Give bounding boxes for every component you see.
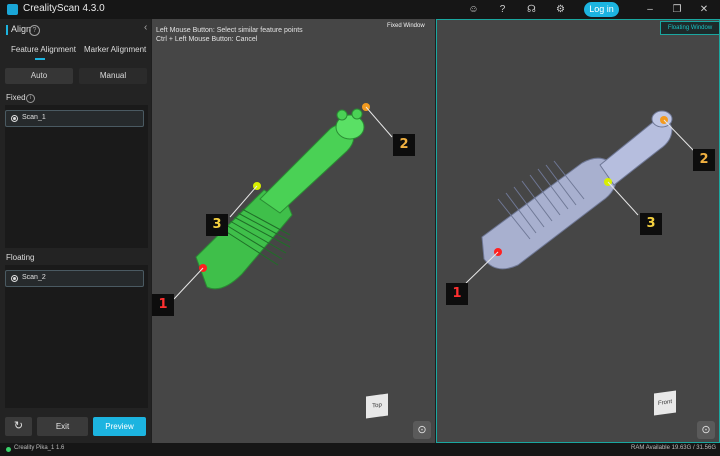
floating-model[interactable] bbox=[436, 19, 720, 443]
point-label-2: 2 bbox=[693, 149, 715, 171]
chevron-left-icon[interactable]: ‹ bbox=[144, 22, 147, 33]
point-label-2: 2 bbox=[393, 134, 415, 156]
device-status: Creality Pika_1 1.6 bbox=[14, 445, 65, 451]
fixed-scan-item[interactable]: Scan_1 bbox=[5, 110, 144, 127]
tab-marker-alignment[interactable]: Marker Alignment bbox=[84, 45, 146, 54]
minimize-icon[interactable]: – bbox=[643, 3, 657, 16]
mask-icon[interactable]: ☺ bbox=[467, 3, 480, 16]
settings-icon[interactable]: ⚙ bbox=[554, 3, 567, 16]
manual-mode-button[interactable]: Manual bbox=[79, 68, 147, 84]
view-cube[interactable]: Top bbox=[366, 393, 388, 419]
reset-button[interactable]: ↻ bbox=[5, 417, 32, 436]
help-icon[interactable]: ? bbox=[496, 3, 509, 16]
radio-selected-icon bbox=[11, 275, 18, 282]
headset-icon[interactable]: ☊ bbox=[525, 3, 538, 16]
active-tab-indicator bbox=[35, 58, 45, 60]
point-label-1: 1 bbox=[152, 294, 174, 316]
fixed-label: Fixed bbox=[6, 93, 26, 102]
help-icon[interactable]: ? bbox=[29, 25, 40, 36]
status-bar: Creality Pika_1 1.6 RAM Available 19.63G… bbox=[0, 443, 720, 456]
radio-selected-icon bbox=[11, 115, 18, 122]
floating-scan-item[interactable]: Scan_2 bbox=[5, 270, 144, 287]
connection-status-icon bbox=[6, 447, 11, 452]
panel-title: Align bbox=[11, 24, 32, 34]
scan-label: Scan_1 bbox=[22, 114, 46, 121]
scan-label: Scan_2 bbox=[22, 274, 46, 281]
close-icon[interactable]: ✕ bbox=[697, 3, 711, 16]
title-bar: CrealityScan 4.3.0 ☺ ? ☊ ⚙ Log in – ❐ ✕ bbox=[0, 0, 720, 19]
point-label-3: 3 bbox=[206, 214, 228, 236]
app-title: CrealityScan 4.3.0 bbox=[23, 3, 105, 14]
floating-label: Floating bbox=[6, 253, 35, 262]
fixed-model[interactable] bbox=[152, 19, 435, 443]
restore-icon[interactable]: ❐ bbox=[670, 3, 684, 16]
preview-button[interactable]: Preview bbox=[93, 417, 146, 436]
exit-button[interactable]: Exit bbox=[37, 417, 88, 436]
point-label-3: 3 bbox=[640, 213, 662, 235]
ram-status: RAM Available 19.63G / 31.56G bbox=[631, 445, 716, 451]
login-button[interactable]: Log in bbox=[584, 2, 619, 17]
camera-reset-icon[interactable]: ⊙ bbox=[413, 421, 431, 439]
refresh-icon: ↻ bbox=[13, 420, 24, 432]
view-cube[interactable]: Front bbox=[654, 390, 676, 416]
auto-mode-button[interactable]: Auto bbox=[5, 68, 73, 84]
app-logo bbox=[7, 4, 18, 15]
section-marker bbox=[6, 25, 8, 35]
tab-feature-alignment[interactable]: Feature Alignment bbox=[11, 45, 76, 54]
camera-reset-icon[interactable]: ⊙ bbox=[697, 421, 715, 439]
info-icon[interactable]: i bbox=[26, 94, 35, 103]
point-label-1: 1 bbox=[446, 283, 468, 305]
